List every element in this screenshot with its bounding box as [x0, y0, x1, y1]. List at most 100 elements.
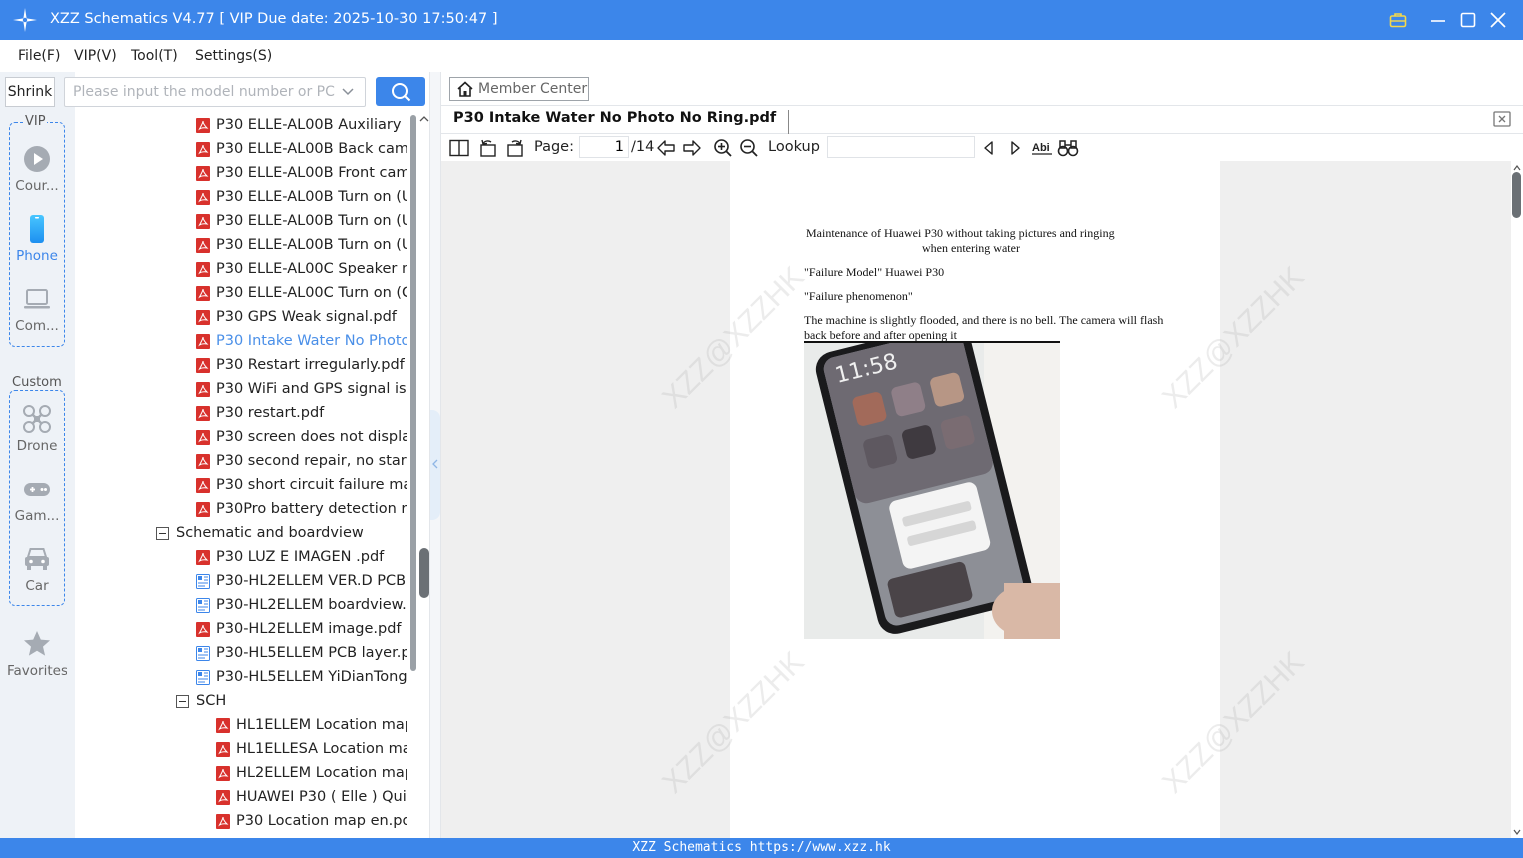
rail-item-courses[interactable]: Cour... [7, 144, 67, 194]
tree-file-item[interactable]: P30 WiFi and GPS signal is weal [196, 377, 407, 401]
menu-file[interactable]: File(F) [18, 48, 60, 64]
tree-folder[interactable]: SCH [176, 689, 226, 713]
doc-failure-phenomenon: "Failure phenomenon" [804, 289, 913, 303]
rotate-left-button[interactable] [477, 137, 499, 159]
tree-item-label: P30 WiFi and GPS signal is weal [216, 381, 407, 397]
tree-file-item[interactable]: P30 Intake Water No Photo No [196, 329, 407, 353]
doc-failure-model: "Failure Model" Huawei P30 [804, 265, 945, 279]
pdf-file-icon [196, 141, 210, 157]
member-center-button[interactable]: Member Center [449, 77, 589, 101]
tree-file-item[interactable]: P30 screen does not display.pdf [196, 425, 407, 449]
close-icon[interactable] [1486, 8, 1510, 32]
tree-file-item[interactable]: P30 Location map en.pdf [216, 809, 407, 833]
next-page-button[interactable] [681, 137, 703, 159]
tree-file-item[interactable]: P30 restart.pdf [196, 401, 324, 425]
tree-item-label: P30 ELLE-AL00B Turn on (U300 [216, 189, 407, 205]
panel-splitter[interactable] [429, 72, 441, 838]
tree-file-item[interactable]: P30 ELLE-AL00B Turn on (U3501 [196, 233, 407, 257]
minimize-icon[interactable] [1426, 8, 1450, 32]
rail-item-favorites[interactable]: Favorites [7, 629, 67, 679]
shrink-button[interactable]: Shrink [5, 77, 55, 107]
tree-file-item[interactable]: P30 LUZ E IMAGEN .pdf [196, 545, 384, 569]
rotate-right-button[interactable] [504, 137, 526, 159]
maximize-icon[interactable] [1456, 8, 1480, 32]
tree-file-item[interactable]: P30 GPS Weak signal.pdf [196, 305, 397, 329]
tree-file-item[interactable]: P30-HL2ELLEM VER.D PCB layer [196, 569, 407, 593]
page-number-input[interactable] [579, 136, 629, 158]
dual-page-button[interactable] [448, 137, 470, 159]
tree-file-item[interactable]: P30 ELLE-AL00B Auxiliary MIC S [196, 113, 407, 137]
pdf-file-icon [216, 717, 230, 733]
scroll-down-icon[interactable] [1512, 828, 1522, 836]
tree-file-item[interactable]: P30 ELLE-AL00C Turn on (C1113 [196, 281, 407, 305]
tree-file-item[interactable]: P30 ELLE-AL00B Turn on (U300 [196, 185, 407, 209]
lookup-input[interactable] [827, 136, 975, 158]
search-input[interactable] [65, 78, 335, 106]
tree-file-item[interactable]: HL1ELLESA Location map - s [216, 737, 407, 761]
window-title: XZZ Schematics V4.77 [ VIP Due date: 202… [50, 11, 498, 27]
tree-file-item[interactable]: P30Pro battery detection resista [196, 497, 407, 521]
tree-file-item[interactable]: HL2ELLEM Location map - Cl [216, 761, 407, 785]
pdf-file-icon [196, 501, 210, 517]
find-next-button[interactable] [1004, 137, 1026, 159]
tree-item-label: P30 GPS Weak signal.pdf [216, 309, 397, 325]
match-case-button[interactable]: Abi [1031, 137, 1053, 159]
find-previous-button[interactable] [978, 137, 1000, 159]
tree-item-label: SCH [196, 693, 227, 709]
tree-file-item[interactable]: P30 second repair, no startup, sl [196, 449, 407, 473]
tree-folder[interactable]: Schematic and boardview [156, 521, 364, 545]
document-scrollbar-thumb[interactable] [1512, 172, 1521, 218]
search-button[interactable] [376, 77, 425, 106]
document-canvas[interactable]: Maintenance of Huawei P30 without taking… [441, 161, 1511, 838]
tree-file-item[interactable]: P30-HL5ELLEM YiDianTong.pcb [196, 665, 407, 689]
tree-file-item[interactable]: P30 ELLE-AL00B Back camera ca [196, 137, 407, 161]
rail-item-label: Favorites [7, 663, 67, 679]
home-icon [457, 81, 473, 97]
document-tab[interactable]: P30 Intake Water No Photo No Ring.pdf [453, 110, 790, 134]
search-combobox[interactable] [64, 77, 366, 107]
rail-item-drone[interactable]: Drone [7, 404, 67, 454]
menu-tool[interactable]: Tool(T) [131, 48, 178, 64]
find-all-button[interactable] [1057, 137, 1079, 159]
tree-file-item[interactable]: P30 ELLE-AL00C Speaker murmu [196, 257, 407, 281]
tree-file-item[interactable]: P30-HL2ELLEM image.pdf [196, 617, 402, 641]
tree-file-item[interactable]: P30 Restart irregularly.pdf [196, 353, 405, 377]
previous-page-button[interactable] [655, 137, 677, 159]
tree-item-label: P30-HL2ELLEM image.pdf [216, 621, 402, 637]
rail-item-phone[interactable]: Phone [7, 214, 67, 264]
menu-vip[interactable]: VIP(V) [74, 48, 117, 64]
page-label: Page: [534, 139, 574, 155]
pdf-file-icon [196, 213, 210, 229]
tree-file-item[interactable]: P30-HL2ELLEM boardview.pcb [196, 593, 407, 617]
rail-item-game[interactable]: Gam... [7, 474, 67, 524]
collapse-toggle-icon[interactable] [156, 526, 169, 540]
tree-file-item[interactable]: P30 ELLE-AL00B Front camera c [196, 161, 407, 185]
chevron-down-icon[interactable] [341, 86, 355, 98]
tree-file-item[interactable]: HUAWEI P30 ( Elle ) Quick re [216, 785, 407, 809]
tree-scrollbar-thumb[interactable] [419, 548, 429, 598]
briefcase-icon[interactable] [1386, 8, 1410, 32]
collapse-toggle-icon[interactable] [176, 694, 189, 708]
triangle-right-icon [1011, 141, 1020, 155]
zoom-in-button[interactable] [712, 137, 734, 159]
tree-file-item[interactable]: P30-HL5ELLEM PCB layer.pcb [196, 641, 407, 665]
vip-group-label: VIP [24, 114, 47, 129]
document-tab-bar: P30 Intake Water No Photo No Ring.pdf [441, 106, 1523, 134]
tree-file-item[interactable]: HL1ELLEM Location map-ove [216, 713, 407, 737]
close-all-tabs-icon[interactable] [1493, 111, 1511, 127]
tree-item-label: P30 ELLE-AL00B Front camera c [216, 165, 407, 181]
tree-file-item[interactable]: P30 ELLE-AL00B Turn on (U300 [196, 209, 407, 233]
menu-settings[interactable]: Settings(S) [195, 48, 272, 64]
phone-photo-image: 11:58 [804, 343, 1060, 639]
tree-file-item[interactable]: P30 short circuit failure mainter [196, 473, 407, 497]
rail-item-car[interactable]: Car [7, 544, 67, 594]
zoom-out-button[interactable] [738, 137, 760, 159]
collapse-handle[interactable] [430, 410, 440, 520]
scroll-up-icon[interactable] [1512, 164, 1522, 172]
document-scrollbar[interactable] [1511, 161, 1523, 838]
tree-scrollbar-track[interactable] [410, 115, 416, 671]
rail-item-label: Drone [16, 438, 58, 454]
svg-text:Abi: Abi [1032, 142, 1050, 154]
rail-item-computer[interactable]: Com... [7, 284, 67, 334]
pdf-file-icon [196, 381, 210, 397]
